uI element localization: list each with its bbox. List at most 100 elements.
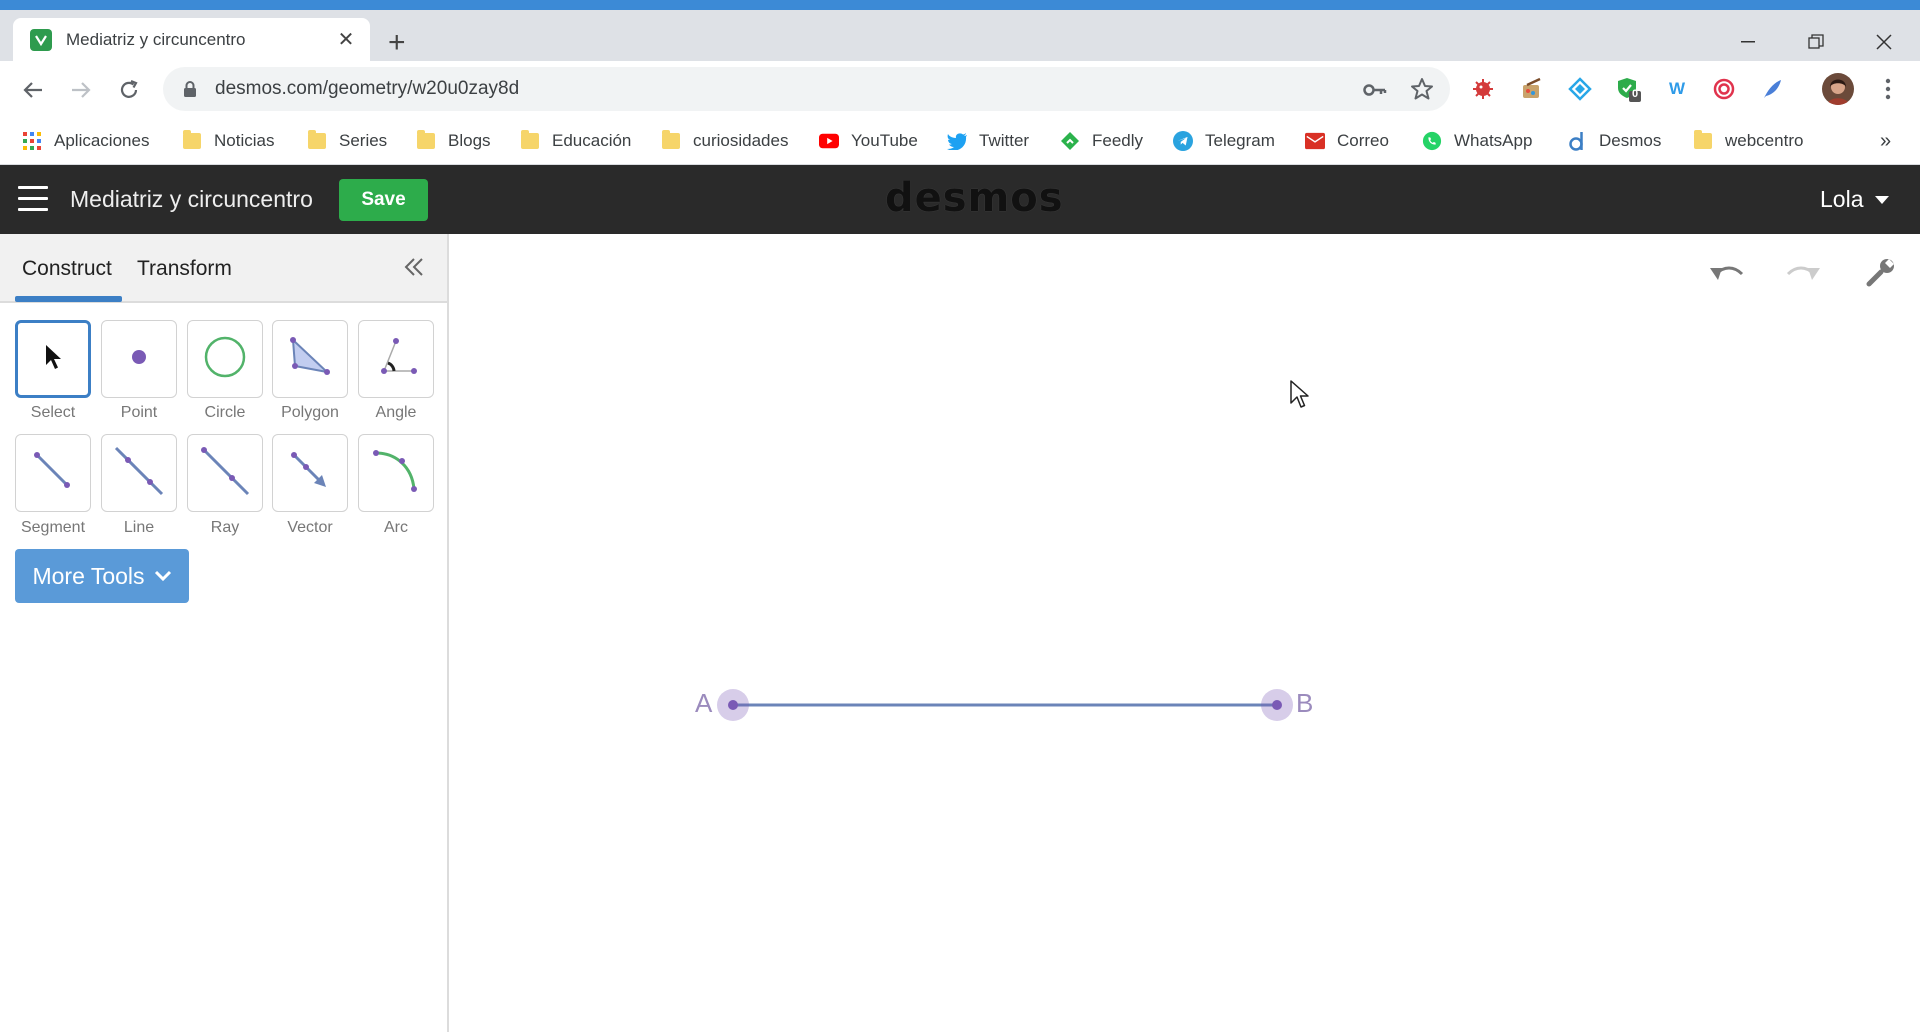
tool-ray[interactable] xyxy=(187,434,263,512)
tab-close-icon[interactable]: ✕ xyxy=(336,27,356,52)
tool-label: Angle xyxy=(375,404,417,421)
select-arrow-icon xyxy=(43,343,63,376)
extension-spiral-icon[interactable] xyxy=(1711,76,1737,102)
bookmark-label: YouTube xyxy=(851,131,918,150)
extension-w-icon[interactable]: W xyxy=(1664,76,1690,102)
window-top-strip xyxy=(0,0,1920,10)
bookmark-whatsapp[interactable]: WhatsApp xyxy=(1422,126,1532,156)
more-tools-button[interactable]: More Tools xyxy=(15,549,189,603)
active-tab-indicator xyxy=(15,296,122,302)
collapse-panel-icon[interactable] xyxy=(399,252,429,282)
tools-panel: Construct Transform Select Point Circle … xyxy=(0,234,449,1032)
folder-icon xyxy=(416,130,436,151)
address-bar[interactable]: desmos.com/geometry/w20u0zay8d xyxy=(163,67,1450,111)
tool-line[interactable] xyxy=(101,434,177,512)
user-name: Lola xyxy=(1820,186,1864,212)
extension-badge: 0 xyxy=(1632,88,1639,100)
point-b[interactable] xyxy=(1272,700,1282,710)
key-icon[interactable] xyxy=(1362,77,1388,103)
twitter-icon xyxy=(947,131,967,151)
url-text: desmos.com/geometry/w20u0zay8d xyxy=(215,78,520,99)
tab-construct[interactable]: Construct xyxy=(22,257,112,281)
extension-virus-icon[interactable] xyxy=(1470,76,1496,102)
bookmark-educacion[interactable]: Educación xyxy=(520,126,631,156)
bookmark-label: Desmos xyxy=(1599,131,1662,150)
bookmark-desmos[interactable]: Desmos xyxy=(1567,126,1661,156)
tool-label: Ray xyxy=(210,519,240,536)
bookmark-series[interactable]: Series xyxy=(307,126,387,156)
desmos-logo: desmos xyxy=(885,175,1064,221)
tool-polygon[interactable] xyxy=(272,320,348,398)
folder-icon xyxy=(182,130,202,151)
vector-icon xyxy=(288,449,332,498)
user-menu[interactable]: Lola xyxy=(1820,186,1890,213)
extension-diamond-icon[interactable] xyxy=(1567,76,1593,102)
bookmarks-overflow-button[interactable]: » xyxy=(1880,126,1891,156)
profile-avatar[interactable] xyxy=(1822,73,1854,105)
close-window-button[interactable] xyxy=(1856,22,1912,62)
extension-paint-icon[interactable] xyxy=(1519,76,1545,102)
graph-title[interactable]: Mediatriz y circuncentro xyxy=(70,186,313,213)
browser-menu-icon[interactable] xyxy=(1875,76,1901,102)
bookmark-label: curiosidades xyxy=(693,131,789,150)
youtube-icon xyxy=(819,131,839,151)
restore-button[interactable] xyxy=(1788,22,1844,62)
point-icon xyxy=(129,347,149,372)
chevron-down-icon xyxy=(154,570,172,582)
feedly-icon xyxy=(1060,131,1080,151)
tool-label: Arc xyxy=(384,519,408,536)
bookmarks-bar: Aplicaciones Noticias Series Blogs Educa… xyxy=(0,118,1920,165)
save-button[interactable]: Save xyxy=(339,179,428,221)
point-a-label: A xyxy=(695,688,713,718)
more-tools-label: More Tools xyxy=(32,562,145,589)
extension-feather-icon[interactable] xyxy=(1759,76,1785,102)
bookmark-webcentro[interactable]: webcentro xyxy=(1693,126,1803,156)
geometry-canvas[interactable]: A B xyxy=(449,234,1920,1032)
browser-toolbar: desmos.com/geometry/w20u0zay8d 0 W xyxy=(0,61,1920,118)
tool-point[interactable] xyxy=(101,320,177,398)
bookmark-twitter[interactable]: Twitter xyxy=(947,126,1029,156)
point-b-label: B xyxy=(1296,688,1314,718)
bookmark-label: Noticias xyxy=(214,131,275,150)
tool-circle[interactable] xyxy=(187,320,263,398)
extension-shield-icon[interactable]: 0 xyxy=(1615,76,1641,102)
bookmark-curiosidades[interactable]: curiosidades xyxy=(661,126,788,156)
bookmark-star-icon[interactable] xyxy=(1409,76,1435,102)
circle-icon xyxy=(203,335,247,384)
reload-button[interactable] xyxy=(112,73,146,107)
hamburger-menu-icon[interactable] xyxy=(18,186,48,212)
minimize-button[interactable] xyxy=(1720,22,1776,62)
back-button[interactable] xyxy=(16,73,50,107)
bookmark-youtube[interactable]: YouTube xyxy=(819,126,918,156)
folder-icon xyxy=(661,130,681,151)
bookmark-noticias[interactable]: Noticias xyxy=(182,126,274,156)
new-tab-button[interactable]: + xyxy=(388,28,406,58)
bookmark-label: Telegram xyxy=(1205,131,1275,150)
browser-tab[interactable]: Mediatriz y circuncentro ✕ xyxy=(13,18,370,61)
bookmark-label: Blogs xyxy=(448,131,491,150)
bookmark-aplicaciones[interactable]: Aplicaciones xyxy=(22,126,149,156)
bookmark-feedly[interactable]: Feedly xyxy=(1060,126,1143,156)
bookmark-blogs[interactable]: Blogs xyxy=(416,126,491,156)
tool-segment[interactable] xyxy=(15,434,91,512)
folder-icon xyxy=(307,130,327,151)
tab-transform[interactable]: Transform xyxy=(137,257,232,281)
forward-button[interactable] xyxy=(64,73,98,107)
bookmark-label: Feedly xyxy=(1092,131,1144,150)
bookmark-correo[interactable]: Correo xyxy=(1305,126,1389,156)
polygon-icon xyxy=(287,336,333,383)
tool-arc[interactable] xyxy=(358,434,434,512)
angle-icon xyxy=(374,335,418,384)
geometry-drawing xyxy=(717,689,1293,721)
segment-icon xyxy=(31,449,75,498)
mouse-cursor-icon xyxy=(1280,374,1320,414)
tool-vector[interactable] xyxy=(272,434,348,512)
point-a[interactable] xyxy=(728,700,738,710)
whatsapp-icon xyxy=(1422,131,1442,151)
tool-angle[interactable] xyxy=(358,320,434,398)
tool-select[interactable] xyxy=(15,320,91,398)
tool-label: Line xyxy=(123,519,155,536)
line-icon xyxy=(114,446,164,501)
folder-icon xyxy=(520,130,540,151)
bookmark-telegram[interactable]: Telegram xyxy=(1173,126,1275,156)
